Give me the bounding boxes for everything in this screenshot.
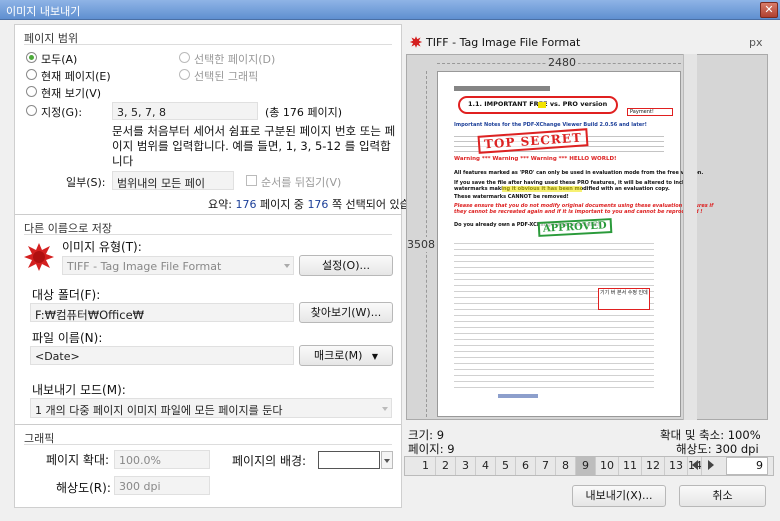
page-tab-2[interactable]: 2: [436, 457, 456, 475]
doc-callout: Payment!: [627, 108, 673, 116]
filename-input[interactable]: <Date>: [30, 346, 294, 365]
page-tab-11[interactable]: 11: [619, 457, 642, 475]
background-label: 페이지의 배경:: [232, 454, 307, 468]
page-tab-6[interactable]: 6: [516, 457, 536, 475]
radio-selected-pages[interactable]: [179, 52, 190, 63]
page-tab-10[interactable]: 10: [596, 457, 619, 475]
page-range-input[interactable]: 3, 5, 7, 8: [112, 102, 258, 120]
divider: [15, 214, 401, 215]
summary: 요약: 176 페이지 중 176 쪽 선택되어 있습니다: [208, 196, 430, 212]
radio-selected-graphics-label: 선택된 그래픽: [194, 70, 259, 83]
radio-current-page-label: 현재 페이지(E): [41, 70, 111, 83]
subset-value: 범위내의 모든 페이: [117, 177, 205, 190]
doc-body-text: [454, 238, 654, 388]
zoom-input[interactable]: 100.0%: [114, 450, 210, 469]
divider: [15, 424, 401, 425]
export-mode-value: 1 개의 다중 페이지 이미지 파일에 모든 페이지를 둔다: [35, 404, 283, 417]
height-dimension: 3508: [407, 237, 435, 252]
chevron-down-icon: [284, 264, 290, 268]
divider: [24, 234, 392, 235]
close-icon[interactable]: ✕: [760, 2, 778, 18]
page-tab-4[interactable]: 4: [476, 457, 496, 475]
chevron-down-icon: [384, 459, 390, 463]
doc-notes-title: Important Notes for the PDF-XChange View…: [454, 122, 647, 128]
subset-label: 일부(S):: [66, 176, 106, 189]
folder-label: 대상 폴더(F):: [32, 288, 101, 302]
doc-highlight-mark: [502, 186, 582, 192]
chevron-down-icon: ▼: [371, 352, 379, 361]
resolution-label: 해상도(R):: [56, 481, 111, 495]
doc-stamp-approved: APPROVED: [537, 218, 613, 237]
radio-selected-pages-label: 선택한 페이지(D): [194, 53, 276, 66]
summary-prefix: 요약:: [208, 198, 232, 211]
next-page-icon[interactable]: [708, 460, 714, 470]
radio-current-view-label: 현재 보기(V): [41, 87, 102, 100]
resolution-select[interactable]: 300 dpi: [114, 476, 210, 495]
radio-selected-graphics[interactable]: [179, 69, 190, 80]
preview-dpi: 해상도: 300 dpi: [676, 442, 759, 456]
reverse-label: 순서를 뒤집기(V): [261, 176, 342, 189]
title-bar: 이미지 내보내기 ✕: [0, 0, 780, 20]
window-title: 이미지 내보내기: [6, 5, 81, 18]
radio-specify[interactable]: [26, 105, 37, 116]
total-pages: (총 176 페이지): [265, 106, 343, 119]
browse-button[interactable]: 찾아보기(W)...: [299, 302, 393, 323]
page-tabs: 1 2 3 4 5 6 7 8 9 10 11 12 13 14: [416, 457, 702, 475]
export-mode-label: 내보내기 모드(M):: [32, 383, 126, 397]
macro-button-label: 매크로(M): [313, 349, 363, 362]
radio-current-view[interactable]: [26, 86, 37, 97]
prev-page-icon[interactable]: [692, 460, 698, 470]
filename-label: 파일 이름(N):: [32, 331, 103, 345]
width-dimension: 2480: [546, 56, 578, 69]
subset-select[interactable]: 범위내의 모든 페이: [112, 171, 234, 190]
page-tab-5[interactable]: 5: [496, 457, 516, 475]
divider: [24, 444, 392, 445]
image-type-value: TIFF - Tag Image File Format: [67, 260, 222, 273]
doc-link: [498, 394, 538, 398]
doc-warning: Warning *** Warning *** Warning *** HELL…: [454, 156, 617, 162]
preview-unit: px: [749, 36, 763, 49]
preview-pages: 페이지: 9: [408, 442, 455, 456]
radio-current-page[interactable]: [26, 69, 37, 80]
export-image-icon: [24, 243, 54, 271]
preview-title: TIFF - Tag Image File Format: [426, 36, 581, 49]
page-tab-3[interactable]: 3: [456, 457, 476, 475]
chevron-down-icon: [382, 407, 388, 411]
preview-page: 1.1. IMPORTANT FREE vs. PRO version Paym…: [437, 71, 713, 417]
page-tab-1[interactable]: 1: [416, 457, 436, 475]
export-mode-select[interactable]: 1 개의 다중 페이지 이미지 파일에 모든 페이지를 둔다: [30, 398, 392, 418]
doc-highlight-mark: [538, 102, 546, 108]
page-tab-9[interactable]: 9: [576, 457, 596, 475]
summary-middle: 페이지 중: [259, 198, 304, 211]
export-button[interactable]: 내보내기(X)...: [572, 485, 666, 507]
folder-input[interactable]: F:₩컴퓨터₩Office₩: [30, 303, 294, 322]
divider: [24, 44, 392, 45]
radio-all-label: 모두(A): [41, 53, 78, 66]
page-tab-8[interactable]: 8: [556, 457, 576, 475]
macro-button[interactable]: 매크로(M) ▼: [299, 345, 393, 366]
doc-para-4: These watermarks CANNOT be removed!: [454, 194, 569, 200]
image-type-select[interactable]: TIFF - Tag Image File Format: [62, 256, 294, 275]
cancel-button[interactable]: 취소: [679, 485, 766, 507]
radio-specify-label: 지정(G):: [41, 106, 83, 119]
page-number-input[interactable]: 9: [726, 457, 768, 475]
range-help-text: 문서를 처음부터 세어서 쉼표로 구분된 페이지 번호 또는 페이지 범위를 입…: [112, 124, 396, 168]
background-color-swatch[interactable]: [318, 451, 380, 469]
doc-memo-box: 기기 버 본서 수정 인데: [598, 288, 650, 310]
doc-header-line: [454, 86, 550, 91]
settings-button[interactable]: 설정(O)...: [299, 255, 393, 276]
page-tab-13[interactable]: 13: [665, 457, 688, 475]
summary-selected: 176: [235, 198, 257, 211]
preview-format-icon: [409, 36, 423, 48]
doc-para-1: All features marked as 'PRO' can only be…: [454, 170, 704, 176]
doc-para-6: they cannot be recreated again and if it…: [454, 209, 703, 215]
page-tab-7[interactable]: 7: [536, 457, 556, 475]
radio-all[interactable]: [26, 52, 37, 63]
preview-scrollbar[interactable]: [683, 54, 697, 420]
zoom-label: 페이지 확대:: [46, 453, 110, 467]
page-tab-12[interactable]: 12: [642, 457, 665, 475]
summary-total: 176: [307, 198, 329, 211]
reverse-checkbox[interactable]: [246, 175, 257, 186]
image-type-label: 이미지 유형(T):: [62, 240, 142, 254]
